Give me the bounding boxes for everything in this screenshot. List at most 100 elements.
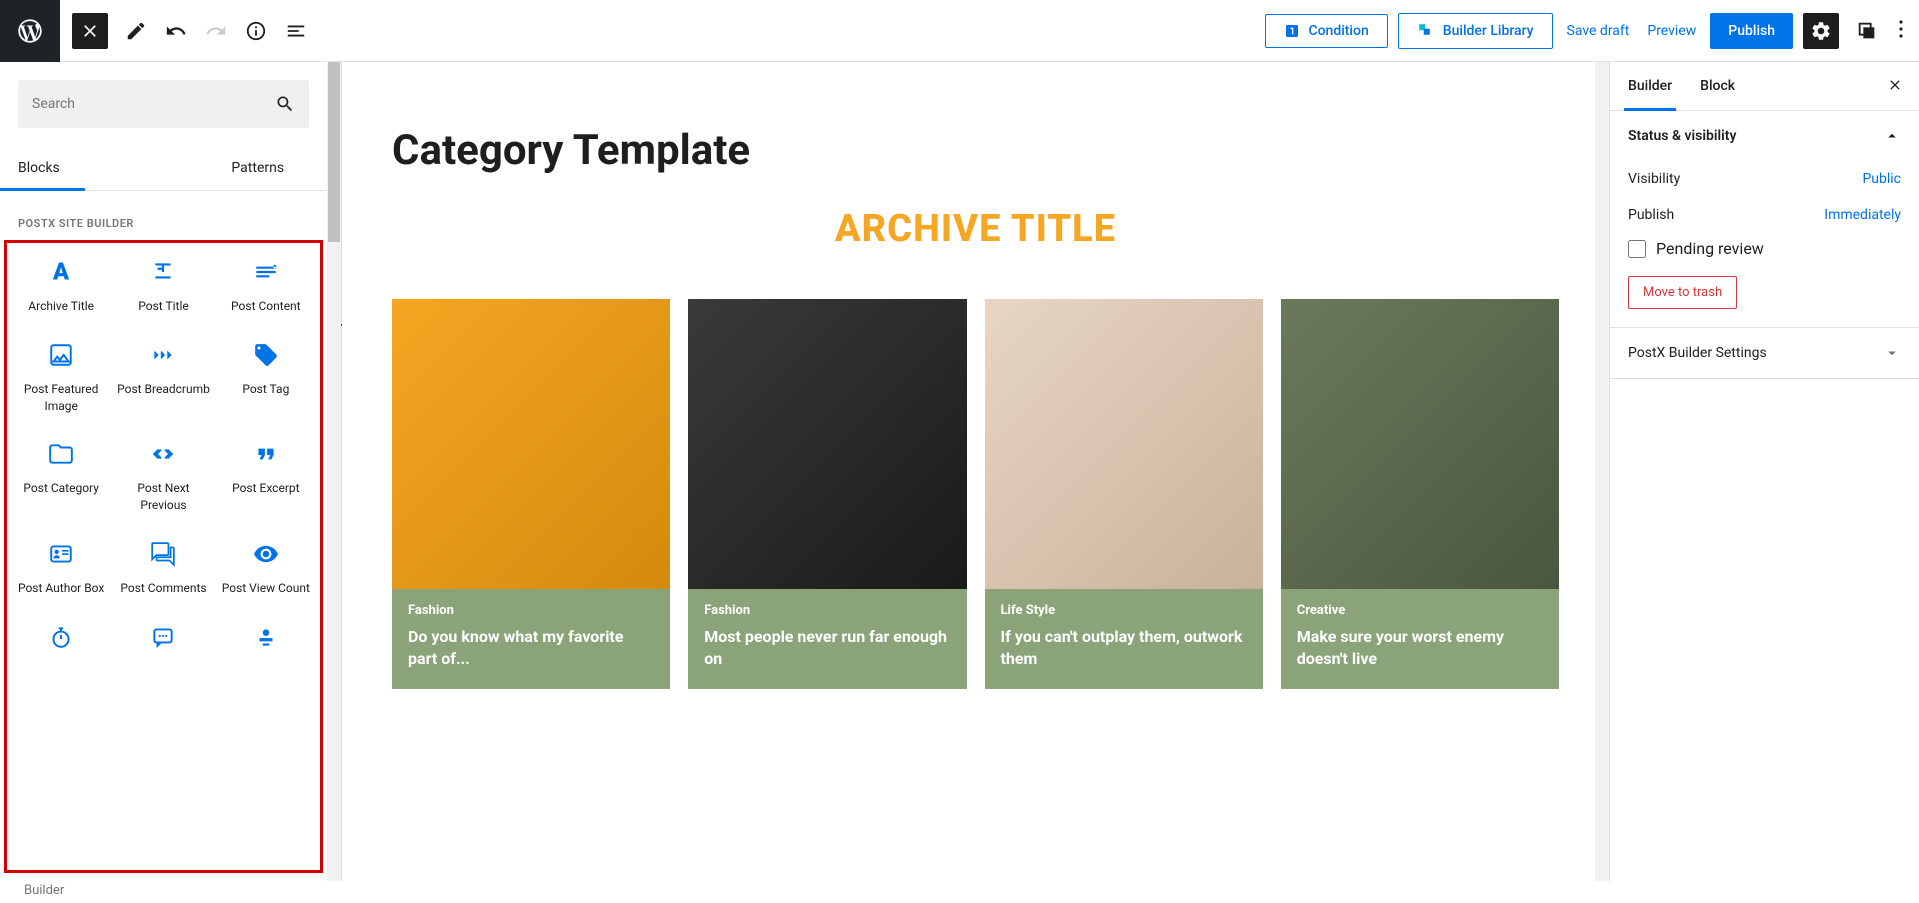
block-breadcrumb[interactable]: Post Breadcrumb	[112, 327, 214, 427]
scroll-thumb[interactable]	[328, 62, 340, 242]
block-post-content[interactable]: Post Content	[215, 244, 317, 327]
pending-review-row: Pending review	[1628, 233, 1901, 264]
post-image	[1281, 299, 1559, 589]
block-next-previous[interactable]: Post Next Previous	[112, 426, 214, 526]
post-category: Fashion	[704, 603, 950, 618]
post-category: Creative	[1297, 603, 1543, 618]
block-label: Post Comments	[120, 580, 206, 597]
wordpress-logo[interactable]	[0, 0, 60, 62]
block-featured-image[interactable]: Post Featured Image	[10, 327, 112, 427]
inserter-panel: Blocks Patterns POSTX SITE BUILDER AArch…	[0, 62, 342, 881]
canvas-scrollbar[interactable]	[1595, 62, 1609, 881]
block-label: Post Title	[138, 298, 188, 315]
block-author-box[interactable]: Post Author Box	[10, 526, 112, 609]
block-label: Post Breadcrumb	[117, 381, 210, 398]
post-image	[985, 299, 1263, 589]
block-post-excerpt[interactable]: Post Excerpt	[215, 426, 317, 526]
section-header[interactable]: PostX Builder Settings	[1610, 328, 1919, 378]
block-post-category[interactable]: Post Category	[10, 426, 112, 526]
wordpress-icon	[16, 17, 44, 45]
post-card[interactable]: CreativeMake sure your worst enemy doesn…	[1281, 299, 1559, 689]
redo-button[interactable]	[198, 13, 234, 49]
block-post-title[interactable]: Post Title	[112, 244, 214, 327]
publish-button[interactable]: Publish	[1710, 13, 1793, 49]
edit-tool-button[interactable]	[118, 13, 154, 49]
main-area: Blocks Patterns POSTX SITE BUILDER AArch…	[0, 62, 1919, 881]
visibility-value[interactable]: Public	[1862, 171, 1901, 187]
field-label: Publish	[1628, 207, 1674, 223]
post-grid[interactable]: Fashion Do you know what my favorite part…	[392, 299, 1559, 689]
close-icon	[80, 21, 100, 41]
condition-label: Condition	[1308, 23, 1368, 39]
tab-blocks[interactable]: Blocks	[0, 146, 171, 190]
block-extra-2[interactable]	[112, 609, 214, 675]
post-image	[688, 299, 966, 589]
preview-link[interactable]: Preview	[1643, 23, 1700, 39]
page-title[interactable]: Category Template	[392, 126, 1559, 175]
block-extra-1[interactable]	[10, 609, 112, 675]
publish-row: Publish Immediately	[1628, 197, 1901, 233]
post-title: Do you know what my favorite part of...	[408, 626, 654, 671]
condition-icon	[1284, 23, 1300, 39]
more-options-button[interactable]	[1895, 20, 1907, 42]
pending-review-checkbox[interactable]	[1628, 240, 1646, 258]
post-title-icon	[150, 259, 176, 285]
settings-button[interactable]	[1803, 13, 1839, 49]
tab-builder[interactable]: Builder	[1610, 62, 1686, 110]
status-visibility-section: Status & visibility Visibility Public Pu…	[1610, 111, 1919, 328]
field-label: Visibility	[1628, 171, 1680, 187]
toolbar-right: Condition Builder Library Save draft Pre…	[1265, 13, 1907, 49]
status-bar: Builder	[0, 881, 1919, 903]
block-archive-title[interactable]: AArchive Title	[10, 244, 112, 327]
eye-icon	[253, 541, 279, 567]
editor-canvas[interactable]: Category Template ARCHIVE TITLE Fashion D…	[342, 62, 1609, 881]
chevron-up-icon	[1883, 127, 1901, 145]
pencil-icon	[125, 20, 147, 42]
post-meta: CreativeMake sure your worst enemy doesn…	[1281, 589, 1559, 689]
tab-patterns[interactable]: Patterns	[171, 146, 342, 190]
block-view-count[interactable]: Post View Count	[215, 526, 317, 609]
post-content-icon	[253, 259, 279, 285]
block-label: Post Excerpt	[232, 480, 299, 497]
archive-title-block[interactable]: ARCHIVE TITLE	[392, 207, 1559, 251]
chat-icon	[150, 624, 176, 650]
nav-icon	[150, 441, 176, 467]
info-icon	[245, 20, 267, 42]
block-post-tag[interactable]: Post Tag	[215, 327, 317, 427]
post-category: Fashion	[408, 603, 654, 618]
post-card[interactable]: Fashion Do you know what my favorite part…	[392, 299, 670, 689]
inserter-tabs: Blocks Patterns	[0, 146, 341, 191]
search-input[interactable]	[32, 96, 275, 112]
post-meta: FashionMost people never run far enough …	[688, 589, 966, 689]
close-settings-button[interactable]	[1871, 74, 1919, 98]
details-button[interactable]	[238, 13, 274, 49]
block-post-comments[interactable]: Post Comments	[112, 526, 214, 609]
section-header[interactable]: Status & visibility	[1610, 111, 1919, 161]
save-draft-link[interactable]: Save draft	[1563, 23, 1634, 39]
tab-block[interactable]: Block	[1686, 62, 1749, 110]
publish-value[interactable]: Immediately	[1824, 207, 1901, 223]
builder-library-button[interactable]: Builder Library	[1398, 13, 1553, 49]
visibility-row: Visibility Public	[1628, 161, 1901, 197]
section-title: Status & visibility	[1628, 128, 1736, 144]
post-card[interactable]: Life StyleIf you can't outplay them, out…	[985, 299, 1263, 689]
list-view-button[interactable]	[278, 13, 314, 49]
view-button[interactable]	[1849, 13, 1885, 49]
block-extra-3[interactable]	[215, 609, 317, 675]
close-inserter-button[interactable]	[72, 13, 108, 49]
tag-icon	[253, 342, 279, 368]
search-icon	[275, 94, 295, 114]
author-icon	[48, 541, 74, 567]
image-icon	[48, 342, 74, 368]
move-to-trash-button[interactable]: Move to trash	[1628, 276, 1737, 309]
block-grid: AArchive Title Post Title Post Content P…	[10, 244, 317, 675]
block-label: Archive Title	[28, 298, 94, 315]
person-icon	[253, 624, 279, 650]
blocks-section-title: POSTX SITE BUILDER	[10, 205, 317, 244]
left-scrollbar[interactable]	[327, 62, 341, 881]
block-label: Post Author Box	[18, 580, 104, 597]
undo-button[interactable]	[158, 13, 194, 49]
overlap-icon	[1856, 20, 1878, 42]
post-card[interactable]: FashionMost people never run far enough …	[688, 299, 966, 689]
condition-button[interactable]: Condition	[1265, 14, 1387, 48]
